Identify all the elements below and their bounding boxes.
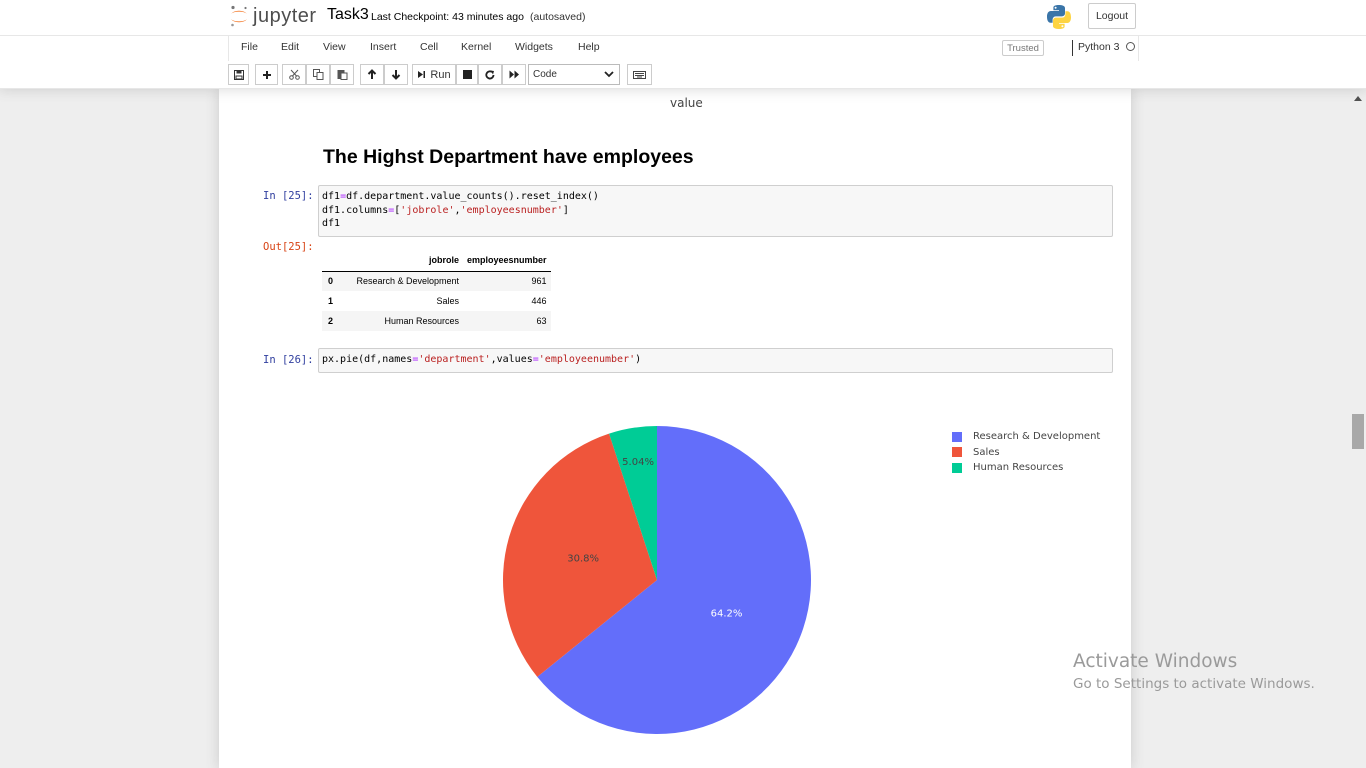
fast-forward-icon xyxy=(509,70,519,79)
notebook-container: value The Highst Department have employe… xyxy=(219,89,1131,768)
insert-cell-button[interactable] xyxy=(255,64,278,85)
cell-type-value: Code xyxy=(533,69,557,80)
kernel-idle-indicator-icon xyxy=(1126,42,1135,51)
activate-windows-title: Activate Windows xyxy=(1073,651,1238,672)
paste-icon xyxy=(337,70,347,80)
copy-button[interactable] xyxy=(306,64,330,85)
table-row: 1 Sales 446 xyxy=(322,291,551,311)
jobrole-cell: Human Resources xyxy=(384,316,460,326)
legend-swatch xyxy=(952,447,962,457)
menu-edit[interactable]: Edit xyxy=(281,41,299,53)
column-header: employeesnumber xyxy=(463,249,551,272)
cell-25-code-editor[interactable]: df1=df.department.value_counts().reset_i… xyxy=(318,185,1113,237)
row-index: 0 xyxy=(328,276,334,287)
column-header: jobrole xyxy=(337,249,464,272)
logout-button[interactable]: Logout xyxy=(1088,3,1136,29)
move-down-button[interactable] xyxy=(384,64,408,85)
restart-button[interactable] xyxy=(478,64,502,85)
legend-swatch xyxy=(952,431,962,442)
menu-cell[interactable]: Cell xyxy=(420,41,438,53)
menu-kernel[interactable]: Kernel xyxy=(461,41,491,53)
autosave-status: (autosaved) xyxy=(530,11,586,23)
table-row: 0 Research & Development 961 xyxy=(322,271,551,291)
pie-chart[interactable]: 64.2% 30.8% 5.04% xyxy=(489,409,849,749)
employees-cell: 961 xyxy=(531,276,547,287)
legend-label: Research & Development xyxy=(973,431,1101,442)
trusted-indicator[interactable]: Trusted xyxy=(1002,40,1044,56)
employees-cell: 63 xyxy=(536,316,547,326)
move-up-button[interactable] xyxy=(360,64,384,85)
jupyter-logo-text: jupyter xyxy=(253,4,317,27)
command-palette-button[interactable] xyxy=(627,64,652,85)
jobrole-cell: Research & Development xyxy=(356,276,460,287)
kernel-separator xyxy=(1072,40,1073,56)
menu-view[interactable]: View xyxy=(323,41,346,53)
interrupt-button[interactable] xyxy=(456,64,478,85)
checkpoint-status: Last Checkpoint: 43 minutes ago xyxy=(371,11,524,23)
toolbar: Run Code xyxy=(228,62,1139,88)
row-index: 1 xyxy=(328,296,334,306)
code-line: df1.columns=['jobrole','employeesnumber'… xyxy=(322,204,569,216)
scissors-icon xyxy=(288,69,300,80)
legend-item[interactable]: Human Resources xyxy=(952,462,1063,473)
dataframe-table: jobrole employeesnumber 0 Research & Dev… xyxy=(322,249,551,331)
scroll-up-arrow-icon[interactable] xyxy=(1353,94,1363,102)
cell-type-select[interactable]: Code xyxy=(528,64,620,85)
paste-button[interactable] xyxy=(330,64,354,85)
notebook-header: jupyter Task3 Last Checkpoint: 43 minute… xyxy=(0,0,1366,89)
employees-cell: 446 xyxy=(531,296,547,306)
menu-bar: File Edit View Insert Cell Kernel Widget… xyxy=(228,36,1139,61)
pie-slice-label: 64.2% xyxy=(711,609,743,620)
menu-insert[interactable]: Insert xyxy=(370,41,396,53)
table-header-row: jobrole employeesnumber xyxy=(322,249,551,272)
keyboard-icon xyxy=(633,70,646,79)
run-button[interactable]: Run xyxy=(412,64,456,85)
menu-file[interactable]: File xyxy=(241,41,258,53)
cell-25-input-prompt: In [25]: xyxy=(263,190,314,202)
python-logo-icon xyxy=(1046,4,1072,35)
stop-icon xyxy=(462,70,472,79)
pie-slice-label: 5.04% xyxy=(622,457,654,468)
run-label: Run xyxy=(430,68,451,81)
refresh-icon xyxy=(485,69,495,79)
code-line: df1 xyxy=(322,218,341,229)
index-header xyxy=(322,249,338,272)
plus-icon xyxy=(262,70,271,79)
menu-help[interactable]: Help xyxy=(578,41,600,53)
cell-26-input-prompt: In [26]: xyxy=(263,354,314,366)
jupyter-icon xyxy=(231,5,247,27)
save-icon xyxy=(233,69,244,80)
legend-label: Sales xyxy=(973,446,1000,458)
previous-output-text: value xyxy=(670,96,703,110)
table-row: 2 Human Resources 63 xyxy=(322,311,551,331)
cut-button[interactable] xyxy=(282,64,306,85)
arrow-up-icon xyxy=(367,69,377,79)
kernel-name[interactable]: Python 3 xyxy=(1078,41,1119,53)
scrollbar-thumb[interactable] xyxy=(1352,414,1364,449)
code-line: df1=df.department.value_counts().reset_i… xyxy=(322,191,599,202)
jobrole-cell: Sales xyxy=(436,296,460,306)
arrow-down-icon xyxy=(391,70,401,80)
cell-26-code-editor[interactable]: px.pie(df,names='department',values='emp… xyxy=(318,348,1113,373)
legend-swatch xyxy=(952,462,962,473)
legend-label: Human Resources xyxy=(973,462,1064,473)
row-index: 2 xyxy=(328,316,334,326)
menu-widgets[interactable]: Widgets xyxy=(515,41,553,53)
activate-windows-subtitle: Go to Settings to activate Windows. xyxy=(1073,676,1315,692)
step-forward-icon xyxy=(418,71,426,78)
chevron-down-icon xyxy=(604,71,614,78)
notebook-name[interactable]: Task3 xyxy=(327,6,369,24)
restart-run-all-button[interactable] xyxy=(502,64,526,85)
legend-item[interactable]: Research & Development xyxy=(952,431,1100,442)
copy-icon xyxy=(312,69,323,80)
markdown-heading[interactable]: The Highst Department have employees xyxy=(323,146,694,169)
jupyter-logo[interactable]: jupyter xyxy=(229,4,317,28)
pie-slice-label: 30.8% xyxy=(567,554,599,565)
save-button[interactable] xyxy=(228,64,249,85)
cell-25-output-prompt: Out[25]: xyxy=(263,241,314,253)
legend-item[interactable]: Sales xyxy=(952,447,1000,458)
